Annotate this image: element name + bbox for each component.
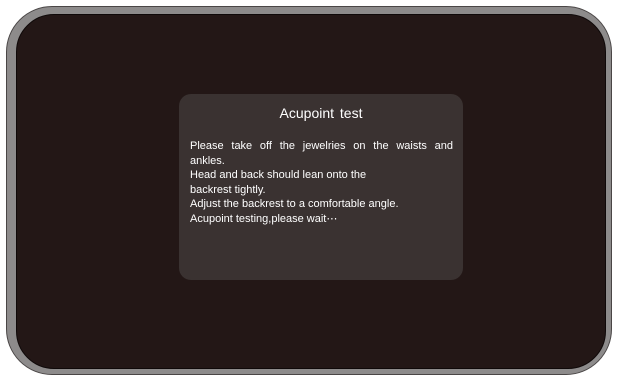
dialog-title: Acupoint test	[279, 105, 363, 121]
status-waiting: Acupoint testing,please wait⋯	[190, 212, 338, 225]
instruction-jewelry: Please take off the jewelries on the wai…	[190, 140, 453, 167]
instruction-backrest: Adjust the backrest to a comfortable ang…	[190, 198, 399, 210]
acupoint-test-dialog: Acupoint test Please take off the jewelr…	[179, 94, 463, 280]
dialog-message: Please take off the jewelries on the wai…	[190, 139, 453, 226]
instruction-posture: Head and back should lean onto the backr…	[190, 169, 367, 196]
